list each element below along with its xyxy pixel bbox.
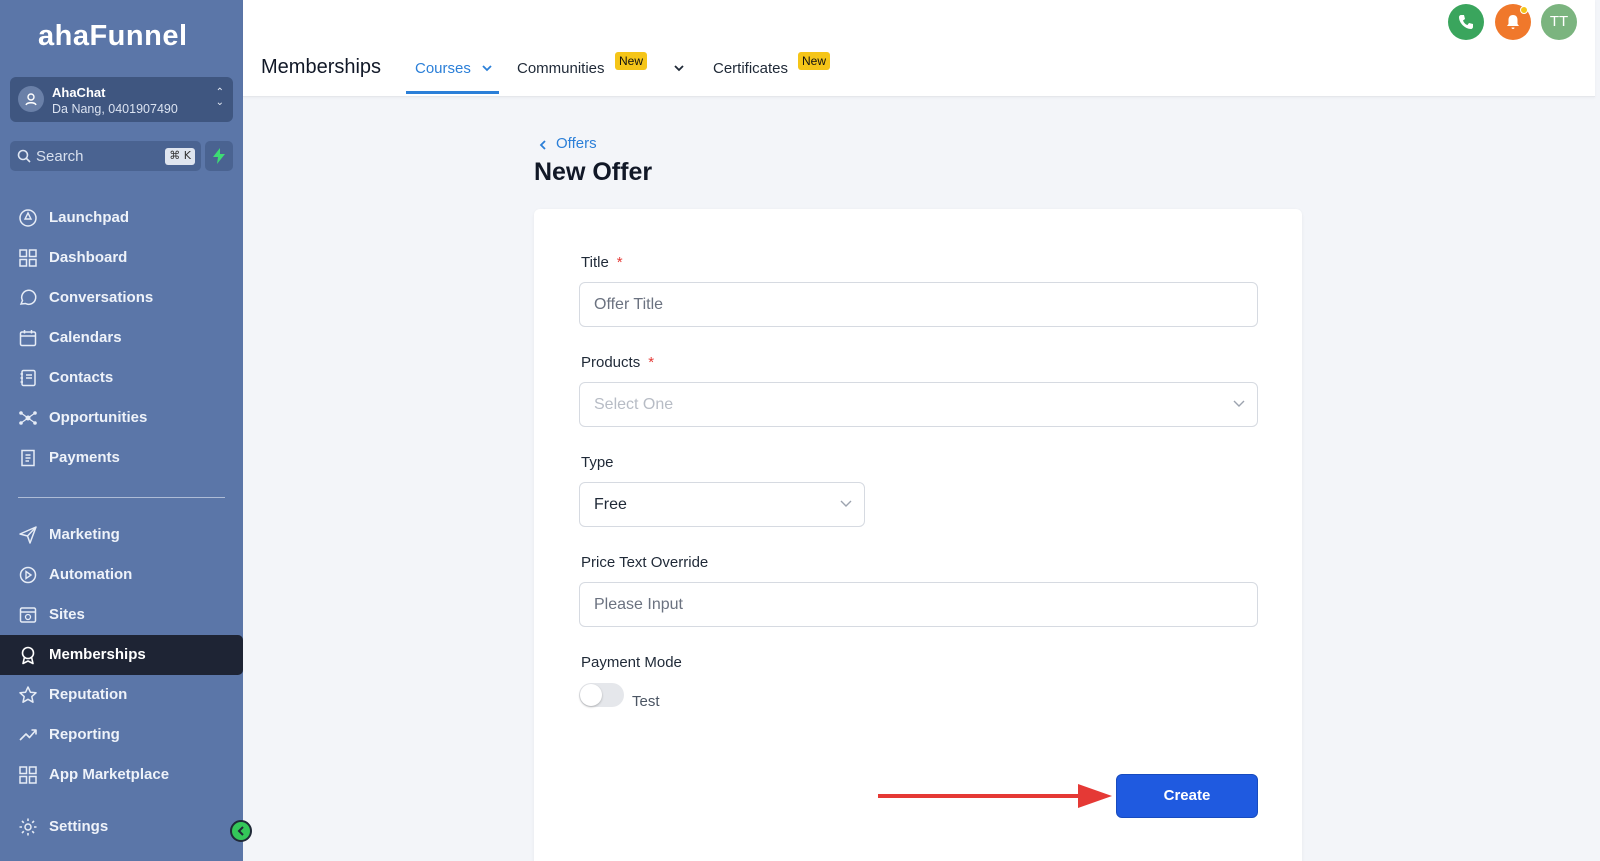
top-bar: Memberships Courses Communities New Cert…	[243, 0, 1595, 97]
search-shortcut: ⌘ K	[165, 148, 195, 165]
sidebar-item-marketing[interactable]: Marketing	[0, 515, 243, 555]
grid-icon	[19, 249, 37, 267]
send-icon	[19, 526, 37, 544]
price-text-input[interactable]: Please Input	[579, 582, 1258, 627]
title-placeholder: Offer Title	[594, 296, 664, 313]
location-icon	[18, 86, 44, 112]
apps-icon	[19, 766, 37, 784]
price-text-placeholder: Please Input	[594, 596, 683, 613]
required-marker: *	[648, 354, 655, 371]
payment-mode-toggle-label: Test	[632, 693, 660, 710]
sidebar-item-reporting[interactable]: Reporting	[0, 715, 243, 755]
chevron-down-icon[interactable]	[481, 63, 493, 73]
sidebar-item-conversations[interactable]: Conversations	[0, 278, 243, 318]
tab-certificates[interactable]: Certificates	[713, 60, 788, 77]
phone-icon	[1459, 15, 1473, 29]
rocket-icon	[19, 209, 37, 227]
products-select[interactable]: Select One	[579, 382, 1258, 427]
sidebar-item-settings[interactable]: Settings	[0, 807, 243, 847]
chevron-down-icon	[1233, 400, 1245, 407]
title-label: Title *	[581, 254, 623, 271]
type-select[interactable]: Free	[579, 482, 865, 527]
new-badge: New	[798, 52, 831, 70]
user-avatar[interactable]: TT	[1541, 4, 1577, 40]
chevron-updown-icon: ⌃ ⌄	[215, 87, 224, 108]
create-button[interactable]: Create	[1116, 774, 1258, 818]
sidebar-item-sites[interactable]: Sites	[0, 595, 243, 635]
account-switcher[interactable]: AhaChat Da Nang, 0401907490 ⌃ ⌄	[10, 77, 233, 122]
sidebar-divider	[18, 497, 225, 498]
chat-icon	[19, 289, 37, 305]
sidebar-item-payments[interactable]: Payments	[0, 438, 243, 478]
search-placeholder: Search	[36, 148, 84, 165]
bell-icon	[1507, 15, 1519, 29]
gear-icon	[19, 818, 37, 836]
app-root: ahaFunnel AhaChat Da Nang, 0401907490 ⌃ ⌄…	[0, 0, 1600, 861]
search-icon	[17, 149, 31, 163]
toggle-knob	[580, 684, 602, 706]
quick-action-button[interactable]	[205, 141, 233, 171]
type-label: Type	[581, 454, 614, 471]
tab-courses[interactable]: Courses	[415, 60, 471, 77]
receipt-icon	[21, 449, 35, 467]
sidebar-item-contacts[interactable]: Contacts	[0, 358, 243, 398]
trend-icon	[19, 729, 37, 741]
sidebar-item-calendars[interactable]: Calendars	[0, 318, 243, 358]
products-label: Products *	[581, 354, 655, 371]
search-box[interactable]: Search ⌘ K	[10, 141, 201, 171]
chevron-down-icon	[840, 500, 852, 507]
tab-communities[interactable]: Communities	[517, 60, 605, 77]
star-icon	[19, 686, 37, 703]
sidebar-item-automation[interactable]: Automation	[0, 555, 243, 595]
chevron-left-icon	[539, 140, 546, 150]
sidebar-item-launchpad[interactable]: Launchpad	[0, 198, 243, 238]
account-location: Da Nang, 0401907490	[52, 102, 178, 116]
brand-logo[interactable]: ahaFunnel	[38, 20, 188, 53]
type-value: Free	[594, 496, 627, 513]
notification-dot	[1520, 6, 1528, 14]
contacts-icon	[20, 369, 36, 387]
sidebar-item-memberships[interactable]: Memberships	[0, 635, 243, 675]
payment-mode-label: Payment Mode	[581, 654, 682, 671]
products-placeholder: Select One	[594, 396, 674, 413]
required-marker: *	[616, 254, 623, 271]
sidebar-item-app-marketplace[interactable]: App Marketplace	[0, 755, 243, 795]
breadcrumb-label: Offers	[556, 135, 597, 152]
sidebar: ahaFunnel AhaChat Da Nang, 0401907490 ⌃ ⌄…	[0, 0, 252, 861]
globe-icon	[19, 607, 37, 623]
page-title: Memberships	[261, 56, 382, 78]
active-tab-indicator	[406, 91, 499, 94]
phone-button[interactable]	[1448, 4, 1484, 40]
sidebar-item-reputation[interactable]: Reputation	[0, 675, 243, 715]
collapse-sidebar-button[interactable]	[230, 820, 252, 842]
page-heading: New Offer	[534, 158, 653, 186]
calendar-icon	[19, 330, 37, 347]
automation-icon	[19, 566, 37, 584]
title-input[interactable]: Offer Title	[579, 282, 1258, 327]
sidebar-item-opportunities[interactable]: Opportunities	[0, 398, 243, 438]
sidebar-item-dashboard[interactable]: Dashboard	[0, 238, 243, 278]
chevron-down-icon[interactable]	[673, 63, 685, 73]
payment-mode-toggle[interactable]	[579, 683, 624, 707]
new-badge: New	[615, 52, 648, 70]
chevron-left-icon	[237, 826, 244, 836]
award-icon	[21, 646, 35, 665]
lightning-icon	[213, 148, 225, 164]
account-name: AhaChat	[52, 85, 106, 100]
annotation-arrow-icon	[878, 784, 1112, 808]
price-text-label: Price Text Override	[581, 554, 709, 571]
network-icon	[19, 411, 37, 425]
